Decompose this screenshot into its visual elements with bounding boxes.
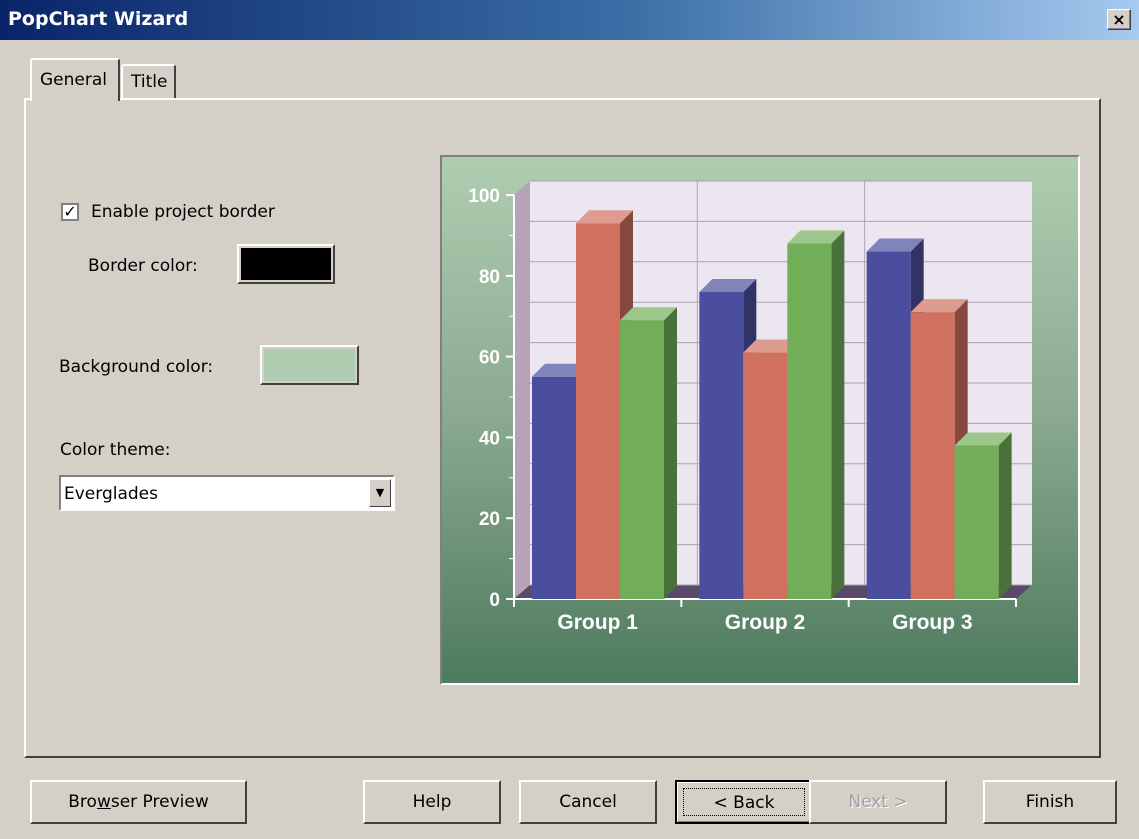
tab-general-label: General [40,70,107,90]
title-bar: PopChart Wizard × [0,0,1139,40]
finish-label: Finish [1025,792,1075,812]
browser-preview-accel: w [96,792,111,812]
window-title: PopChart Wizard [8,8,189,30]
browser-preview-button[interactable]: Browser Preview [30,780,247,824]
close-button[interactable]: × [1107,9,1131,30]
browser-preview-suffix: ser Preview [110,792,209,812]
finish-button[interactable]: Finish [983,780,1117,824]
tab-general[interactable]: General [30,58,120,101]
cancel-button[interactable]: Cancel [519,780,657,824]
tab-title-label: Title [131,72,168,92]
back-label: < Back [713,793,775,813]
next-button: Next > [809,780,947,824]
help-button[interactable]: Help [363,780,501,824]
tab-title[interactable]: Title [121,64,176,98]
cancel-label: Cancel [559,792,617,812]
tab-panel-general [24,98,1101,758]
back-button[interactable]: < Back [675,780,813,824]
focus-rect: < Back [683,788,805,816]
help-label: Help [412,792,452,812]
browser-preview-prefix: Bro [68,792,97,812]
close-icon: × [1112,10,1126,29]
next-label: Next > [848,792,908,812]
